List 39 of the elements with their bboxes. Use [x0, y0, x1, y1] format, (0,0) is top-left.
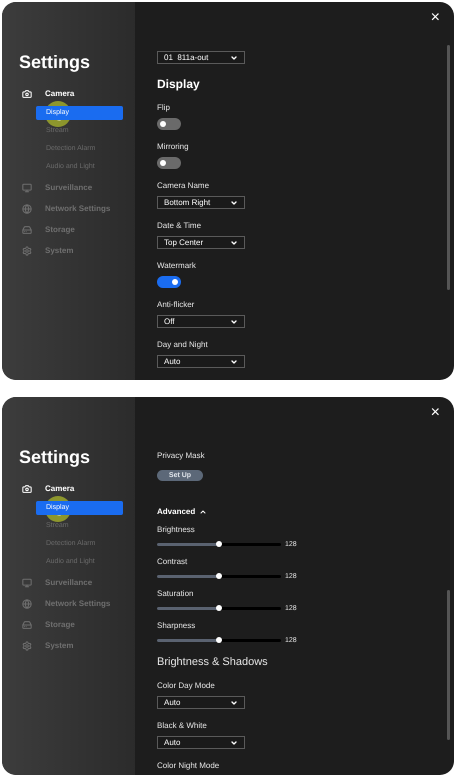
nav-item[interactable]: System — [19, 244, 135, 258]
field-label: Saturation — [157, 589, 194, 599]
field-label: Sharpness — [157, 621, 196, 631]
field-label: Mirroring — [157, 142, 190, 152]
close-button[interactable]: × — [430, 10, 440, 26]
field-label: Date & Time — [157, 221, 202, 231]
settings-title: Settings — [19, 52, 92, 72]
dropdown[interactable]: 01 811a-out — [157, 51, 245, 64]
dropdown[interactable]: Bottom Right — [157, 196, 245, 209]
field-label: Color Day Mode — [157, 681, 216, 691]
nav-item[interactable]: Storage — [19, 618, 135, 632]
dropdown[interactable]: Top Center — [157, 236, 245, 249]
nav-item[interactable]: Storage — [19, 223, 135, 237]
dropdown[interactable]: Auto — [157, 736, 245, 749]
nav-item[interactable]: Network Settings — [19, 597, 135, 611]
close-button[interactable]: × — [430, 405, 440, 421]
field-label: Privacy Mask — [157, 451, 206, 461]
dropdown[interactable]: Auto — [157, 355, 245, 368]
field-label: Day and Night — [157, 340, 209, 350]
field-label: Color Night Mode — [157, 761, 220, 771]
field-label: Watermark — [157, 261, 197, 271]
field-label: Brightness — [157, 525, 196, 535]
field-label: Flip — [157, 103, 171, 113]
nav-item[interactable]: System — [19, 639, 135, 653]
section-heading: Brightness & Shadows — [157, 655, 269, 669]
nav-item[interactable]: Surveillance — [19, 181, 135, 195]
field-label: Anti-flicker — [157, 300, 196, 310]
dropdown[interactable]: Off — [157, 315, 245, 328]
dropdown[interactable]: Auto — [157, 696, 245, 709]
section-title: Advanced — [157, 507, 196, 517]
nav-item[interactable]: Camera — [19, 482, 135, 496]
field-label: Camera Name — [157, 181, 210, 191]
nav-item[interactable]: Network Settings — [19, 202, 135, 216]
settings-title: Settings — [19, 447, 92, 467]
field-label: Black & White — [157, 721, 208, 731]
nav-item[interactable]: Surveillance — [19, 576, 135, 590]
field-label: Contrast — [157, 557, 188, 567]
nav-item[interactable]: Camera — [19, 87, 135, 101]
section-heading: Display — [157, 77, 201, 91]
